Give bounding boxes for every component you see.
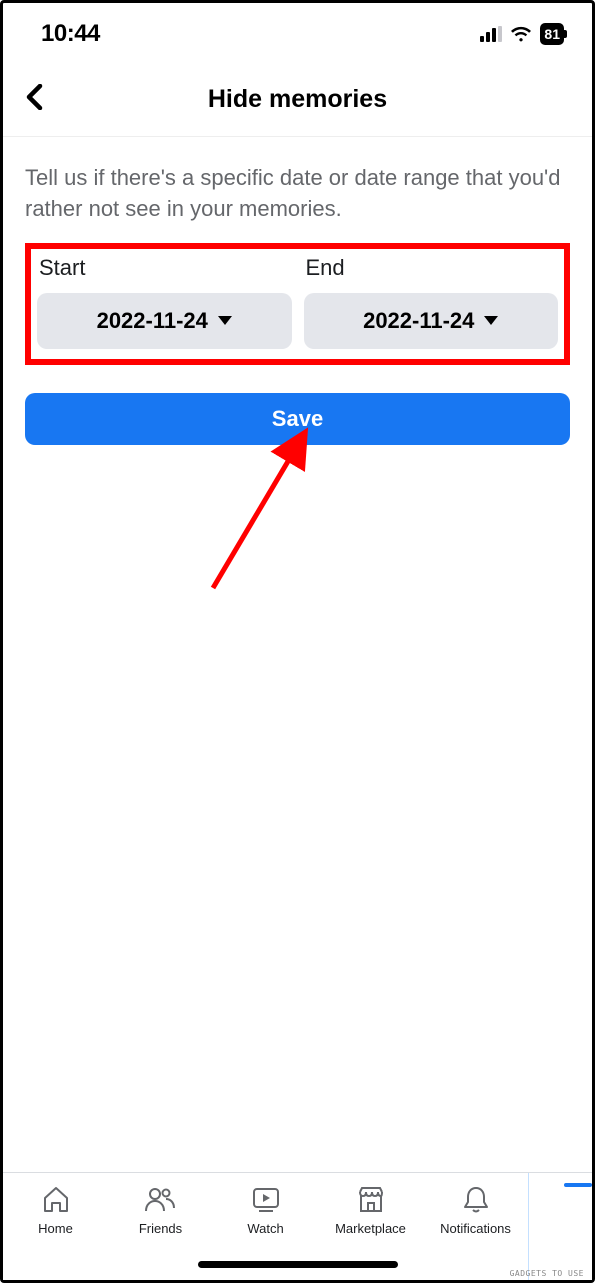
end-label: End [306,255,559,281]
start-date-picker[interactable]: 2022-11-24 [37,293,292,349]
tab-menu[interactable] [529,1173,592,1280]
battery-icon: 81 [540,23,564,45]
start-date-value: 2022-11-24 [97,308,208,334]
watch-icon [249,1183,283,1217]
chevron-down-icon [484,316,498,325]
tab-home-label: Home [38,1221,73,1236]
menu-accent-line [564,1183,592,1187]
status-time: 10:44 [41,20,100,48]
chevron-down-icon [218,316,232,325]
battery-level: 81 [544,26,560,42]
friends-icon [144,1183,178,1217]
page-header: Hide memories [3,59,592,137]
status-indicators: 81 [480,23,564,45]
tab-watch-label: Watch [247,1221,283,1236]
bell-icon [462,1183,490,1217]
marketplace-icon [356,1183,386,1217]
cellular-signal-icon [480,26,502,42]
tab-friends-label: Friends [139,1221,182,1236]
back-button[interactable] [25,84,43,115]
tab-marketplace-label: Marketplace [335,1221,406,1236]
save-button[interactable]: Save [25,393,570,445]
status-bar: 10:44 81 [3,3,592,59]
start-label: Start [39,255,292,281]
start-date-column: Start 2022-11-24 [37,255,292,349]
wifi-icon [509,25,533,43]
end-date-column: End 2022-11-24 [304,255,559,349]
tab-notifications-label: Notifications [440,1221,511,1236]
content-area: Tell us if there's a specific date or da… [3,137,592,445]
home-icon [41,1183,71,1217]
page-title: Hide memories [23,85,572,114]
watermark: GADGETS TO USE [510,1269,584,1278]
end-date-picker[interactable]: 2022-11-24 [304,293,559,349]
description-text: Tell us if there's a specific date or da… [25,163,570,225]
annotation-arrow [203,418,333,598]
tab-notifications[interactable]: Notifications [423,1173,528,1280]
end-date-value: 2022-11-24 [363,308,474,334]
annotation-highlight-box: Start 2022-11-24 End 2022-11-24 [25,243,570,365]
tab-home[interactable]: Home [3,1173,108,1280]
home-indicator[interactable] [198,1261,398,1268]
date-range-row: Start 2022-11-24 End 2022-11-24 [37,255,558,349]
